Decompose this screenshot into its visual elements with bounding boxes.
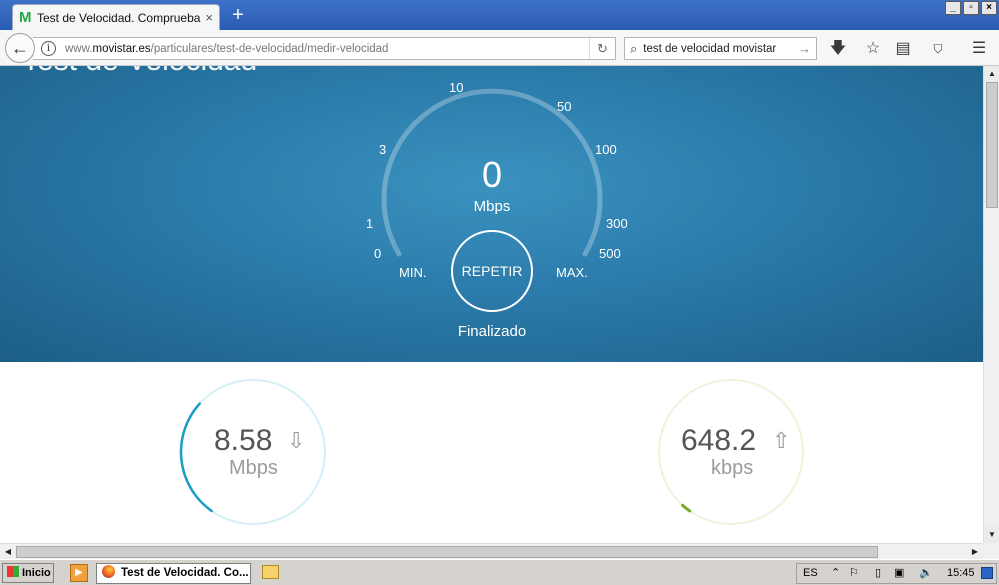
tab-strip: M Test de Velocidad. Comprueba l × + _ ▫… bbox=[0, 0, 999, 30]
download-unit: Mbps bbox=[229, 457, 278, 479]
show-desktop-icon[interactable] bbox=[981, 567, 993, 579]
folder-icon[interactable] bbox=[262, 565, 279, 579]
back-button[interactable]: ← bbox=[5, 33, 35, 63]
gauge-tick: 0 bbox=[374, 246, 382, 261]
site-info-icon[interactable]: i bbox=[41, 41, 56, 56]
speedtest-hero: Test de Velocidad 0 1 3 10 50 100 300 50… bbox=[0, 66, 983, 362]
network-icon[interactable]: ▣ bbox=[894, 564, 904, 583]
language-indicator[interactable]: ES bbox=[803, 564, 818, 583]
scroll-right-icon[interactable]: ▶ bbox=[967, 544, 983, 560]
window-controls: _ ▫ × bbox=[945, 1, 997, 15]
current-speed-unit: Mbps bbox=[473, 198, 511, 215]
tab-title: Test de Velocidad. Comprueba l bbox=[37, 10, 202, 25]
url-prefix: www. bbox=[65, 42, 93, 55]
scrollbar-corner bbox=[983, 543, 999, 559]
gauge-tick: 500 bbox=[599, 246, 621, 261]
navigation-toolbar: i www. movistar.es /particulares/test-de… bbox=[0, 30, 999, 66]
upload-unit: kbps bbox=[711, 457, 754, 479]
vertical-scroll-thumb[interactable] bbox=[986, 82, 998, 208]
horizontal-scroll-thumb[interactable] bbox=[16, 546, 878, 558]
start-label: Inicio bbox=[22, 567, 51, 579]
restore-button[interactable]: ▫ bbox=[963, 1, 979, 15]
action-center-flag-icon[interactable]: ⚐ bbox=[849, 564, 859, 583]
repeat-test-button[interactable]: REPETIR bbox=[451, 230, 533, 312]
taskbar-window-button[interactable]: Test de Velocidad. Co... bbox=[96, 563, 251, 584]
menu-icon[interactable]: ☰ bbox=[968, 38, 990, 60]
download-gauge-fill bbox=[179, 402, 213, 513]
search-icon: ⌕ bbox=[630, 40, 638, 56]
volume-icon[interactable]: 🔈 bbox=[919, 564, 933, 583]
scroll-left-icon[interactable]: ◀ bbox=[0, 544, 16, 560]
url-path: /particulares/test-de-velocidad/medir-ve… bbox=[150, 42, 389, 55]
system-tray: ES ⌃ ⚐ ▯ ▣ 🔈 15:45 bbox=[796, 563, 997, 584]
download-value: 8.58 bbox=[214, 424, 273, 457]
reload-icon[interactable]: ↻ bbox=[589, 38, 615, 59]
tab-close-icon[interactable]: × bbox=[205, 10, 213, 25]
gauge-tick: 50 bbox=[557, 99, 572, 114]
url-domain: movistar.es bbox=[92, 42, 151, 55]
download-icon[interactable]: 🡇 bbox=[827, 38, 849, 60]
gauge-min-label: MIN. bbox=[399, 265, 427, 280]
bookmark-star-icon[interactable]: ☆ bbox=[862, 38, 884, 60]
tab-active[interactable]: M Test de Velocidad. Comprueba l × bbox=[12, 4, 220, 30]
test-status: Finalizado bbox=[457, 323, 527, 340]
scroll-down-icon[interactable]: ▼ bbox=[984, 527, 999, 543]
search-input[interactable]: ⌕ test de velocidad movistar → bbox=[624, 37, 817, 60]
search-go-icon[interactable]: → bbox=[798, 41, 811, 56]
movistar-logo-icon: M bbox=[19, 9, 32, 26]
windows-logo-icon bbox=[7, 566, 19, 577]
close-window-button[interactable]: × bbox=[981, 1, 997, 15]
gauge-tick: 3 bbox=[379, 142, 387, 157]
quick-launch-icon[interactable]: ▶ bbox=[70, 564, 88, 582]
url-bar[interactable]: i www. movistar.es /particulares/test-de… bbox=[33, 37, 616, 60]
minimize-button[interactable]: _ bbox=[945, 1, 961, 15]
upload-value: 648.2 bbox=[681, 424, 757, 457]
taskbar-window-label: Test de Velocidad. Co... bbox=[121, 567, 249, 579]
upload-gauge-fill bbox=[681, 503, 692, 513]
tray-expand-icon[interactable]: ⌃ bbox=[831, 564, 840, 583]
back-arrow-icon: ← bbox=[11, 38, 29, 58]
ublock-icon[interactable]: ⛉ bbox=[927, 38, 949, 60]
search-value: test de velocidad movistar bbox=[643, 42, 777, 55]
upload-arrow-icon: ⇧ bbox=[772, 428, 791, 453]
gauge-tick: 1 bbox=[366, 216, 374, 231]
results-gauges bbox=[179, 379, 804, 525]
clock[interactable]: 15:45 bbox=[947, 564, 975, 583]
taskbar: Inicio ▶ Test de Velocidad. Co... ES ⌃ ⚐… bbox=[0, 559, 999, 585]
current-speed-value: 0 bbox=[481, 154, 503, 195]
new-tab-button[interactable]: + bbox=[229, 5, 247, 25]
gauge-tick: 100 bbox=[595, 142, 617, 157]
gauge-tick: 10 bbox=[449, 80, 464, 95]
gauge-max-label: MAX. bbox=[556, 265, 588, 280]
start-button[interactable]: Inicio bbox=[2, 563, 54, 583]
download-arrow-icon: ⇩ bbox=[287, 428, 306, 453]
firefox-icon bbox=[102, 565, 115, 578]
battery-icon[interactable]: ▯ bbox=[875, 564, 881, 583]
page-content: Test de Velocidad 0 1 3 10 50 100 300 50… bbox=[0, 66, 983, 543]
gauge-tick: 300 bbox=[606, 216, 628, 231]
horizontal-scrollbar[interactable]: ◀ ▶ bbox=[0, 543, 983, 559]
vertical-scrollbar[interactable]: ▲ ▼ bbox=[983, 66, 999, 543]
scroll-up-icon[interactable]: ▲ bbox=[984, 66, 999, 82]
reading-list-icon[interactable]: ▤ bbox=[892, 38, 914, 60]
